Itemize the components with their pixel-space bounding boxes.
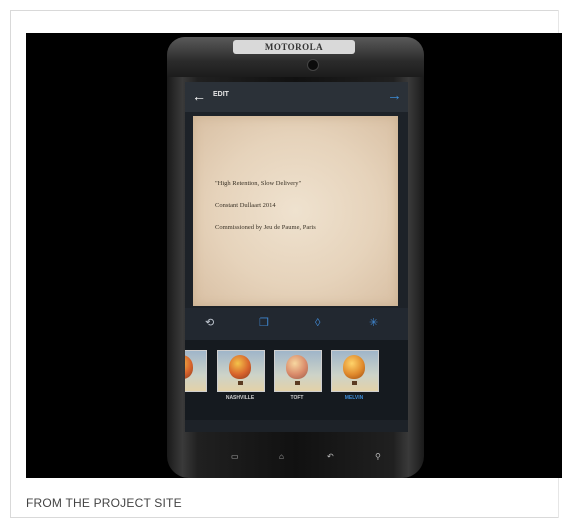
photo-text-line-1: "High Retention, Slow Delivery": [215, 180, 302, 187]
balloon-image: [229, 355, 251, 379]
filter-thumb[interactable]: [185, 350, 207, 392]
edit-toolbar: ⟲ ❐ ◊ ✳: [185, 308, 408, 340]
filter-label-nashville: NASHVILLE: [225, 395, 255, 401]
filter-thumb-melvin[interactable]: [331, 350, 379, 392]
filter-strip: I NASHVILLE TOFT MELVIN: [185, 340, 408, 420]
filter-label: I: [185, 395, 205, 401]
balloon-image: [286, 355, 308, 379]
media-caption: FROM THE PROJECT SITE: [26, 496, 182, 510]
phone-nav-bar: ▭ ⌂ ↶ ⚲: [167, 437, 424, 478]
app-header-title: EDIT: [213, 91, 229, 98]
phone-brand-logo: MOTOROLA: [233, 40, 355, 54]
adjust-icon[interactable]: ⟲: [205, 316, 214, 330]
next-arrow-icon[interactable]: →: [387, 88, 402, 104]
phone-top-bezel: MOTOROLA: [167, 37, 424, 77]
menu-key-icon[interactable]: ▭: [231, 452, 239, 461]
phone-device: MOTOROLA ← EDIT → "High Retention, Slow …: [167, 37, 424, 478]
photo-text-line-3: Commissioned by Jeu de Paume, Paris: [215, 224, 316, 231]
photo-preview: "High Retention, Slow Delivery" Constant…: [193, 116, 398, 306]
photo-text-line-2: Constant Dullaart 2014: [215, 202, 276, 209]
phone-screen: ← EDIT → "High Retention, Slow Delivery"…: [185, 82, 408, 432]
video-player[interactable]: MOTOROLA ← EDIT → "High Retention, Slow …: [26, 33, 562, 478]
sun-icon[interactable]: ✳: [369, 316, 378, 330]
filter-thumb-toft[interactable]: [274, 350, 322, 392]
balloon-image: [185, 355, 193, 379]
filter-label-toft: TOFT: [290, 395, 304, 401]
back-arrow-icon[interactable]: ←: [192, 89, 206, 103]
home-key-icon[interactable]: ⌂: [279, 452, 284, 461]
camera-icon: [307, 59, 319, 71]
drop-icon[interactable]: ◊: [315, 316, 320, 330]
app-header: ← EDIT →: [185, 82, 408, 112]
crop-icon[interactable]: ❐: [259, 316, 269, 330]
filter-label-melvin: MELVIN: [344, 395, 364, 401]
search-key-icon[interactable]: ⚲: [375, 452, 381, 461]
back-key-icon[interactable]: ↶: [327, 452, 334, 461]
balloon-image: [343, 355, 365, 379]
filter-thumb-nashville[interactable]: [217, 350, 265, 392]
